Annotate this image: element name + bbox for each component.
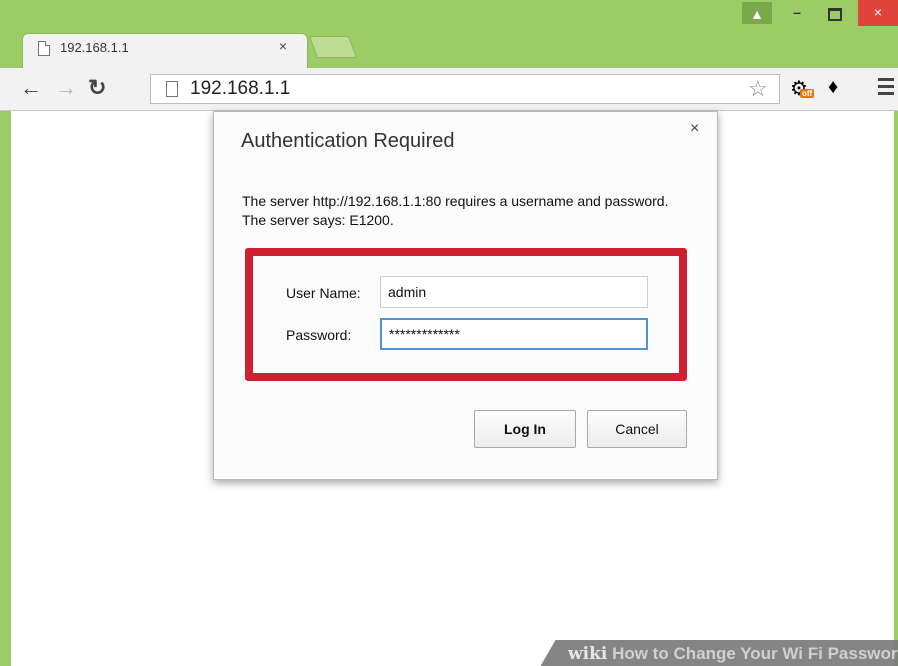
maximize-icon <box>828 8 842 21</box>
forward-arrow-icon[interactable]: → <box>55 76 77 100</box>
maximize-button[interactable] <box>820 0 850 26</box>
back-arrow-icon[interactable]: ← <box>20 76 42 100</box>
tab-close-icon[interactable]: × <box>275 38 291 54</box>
reload-icon[interactable]: ↻ <box>88 76 106 100</box>
watermark-brand: wiki <box>568 644 608 664</box>
watermark-text: wiki How to Change Your Wi Fi Password <box>568 644 898 664</box>
new-tab-button[interactable] <box>308 36 358 58</box>
extension-icon[interactable]: ⚙ off <box>790 76 816 102</box>
page-icon <box>38 41 50 56</box>
window-close-button[interactable]: × <box>858 0 898 26</box>
username-field[interactable] <box>380 276 648 308</box>
menu-icon[interactable] <box>878 78 894 99</box>
page-icon <box>166 81 178 97</box>
dialog-close-icon[interactable]: × <box>690 120 699 138</box>
dialog-message: The server http://192.168.1.1:80 require… <box>242 193 669 228</box>
bookmark-star-icon[interactable]: ☆ <box>748 76 768 102</box>
cancel-button[interactable]: Cancel <box>587 410 687 448</box>
window-frame-right <box>894 68 898 666</box>
address-url[interactable]: 192.168.1.1 <box>190 78 290 100</box>
password-field[interactable] <box>380 318 648 350</box>
window-frame-left <box>0 68 11 666</box>
watermark-caption: How to Change Your Wi Fi Password <box>612 644 898 663</box>
dialog-title: Authentication Required <box>241 130 455 152</box>
extension-icon[interactable]: ♦ <box>828 76 838 99</box>
tab-title: 192.168.1.1 <box>60 40 129 55</box>
minimize-button[interactable]: – <box>780 0 814 26</box>
credentials-highlight <box>245 248 687 381</box>
password-label: Password: <box>286 327 352 343</box>
username-label: User Name: <box>286 285 361 301</box>
extension-badge: off <box>800 89 815 98</box>
user-profile-icon[interactable]: ▲ <box>742 2 772 24</box>
login-button[interactable]: Log In <box>474 410 576 448</box>
